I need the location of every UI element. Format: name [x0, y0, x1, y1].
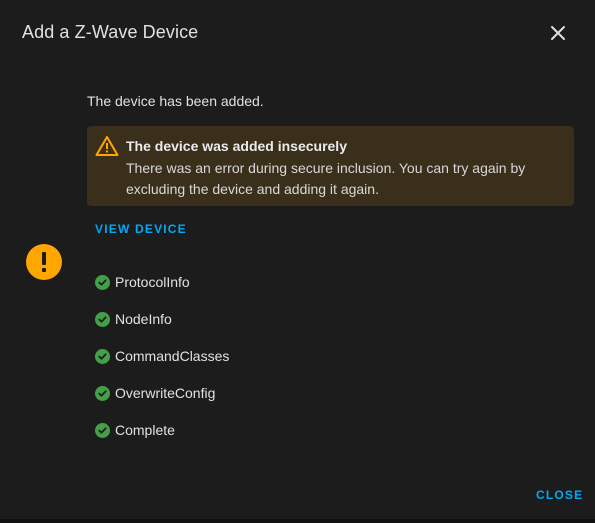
check-circle-icon	[95, 349, 110, 364]
alert-title: The device was added insecurely	[126, 138, 347, 154]
step-item-complete: Complete	[95, 420, 229, 457]
page-backdrop	[0, 519, 595, 523]
check-circle-icon	[95, 275, 110, 290]
step-label: OverwriteConfig	[115, 385, 216, 401]
view-device-button[interactable]: VIEW DEVICE	[95, 222, 187, 236]
step-label: NodeInfo	[115, 311, 172, 327]
step-item-protocolinfo: ProtocolInfo	[95, 272, 229, 309]
step-item-nodeinfo: NodeInfo	[95, 309, 229, 346]
device-added-message: The device has been added.	[87, 93, 264, 109]
add-zwave-device-dialog: Add a Z-Wave Device The device has been …	[0, 0, 595, 519]
check-circle-icon	[95, 312, 110, 327]
step-label: CommandClasses	[115, 348, 230, 364]
warning-triangle-icon	[95, 135, 119, 157]
dialog-title: Add a Z-Wave Device	[22, 22, 199, 42]
step-item-overwriteconfig: OverwriteConfig	[95, 383, 229, 420]
close-icon[interactable]	[546, 21, 570, 45]
step-label: Complete	[115, 422, 175, 438]
inclusion-steps-list: ProtocolInfo NodeInfo CommandClasses Ove…	[95, 272, 229, 457]
check-circle-icon	[95, 386, 110, 401]
close-button[interactable]: CLOSE	[536, 488, 583, 502]
alert-body: There was an error during secure inclusi…	[126, 160, 526, 197]
exclamation-icon	[26, 244, 62, 280]
insecure-warning-alert: The device was added insecurely There wa…	[87, 126, 574, 206]
step-label: ProtocolInfo	[115, 274, 190, 290]
check-circle-icon	[95, 423, 110, 438]
step-item-commandclasses: CommandClasses	[95, 346, 229, 383]
